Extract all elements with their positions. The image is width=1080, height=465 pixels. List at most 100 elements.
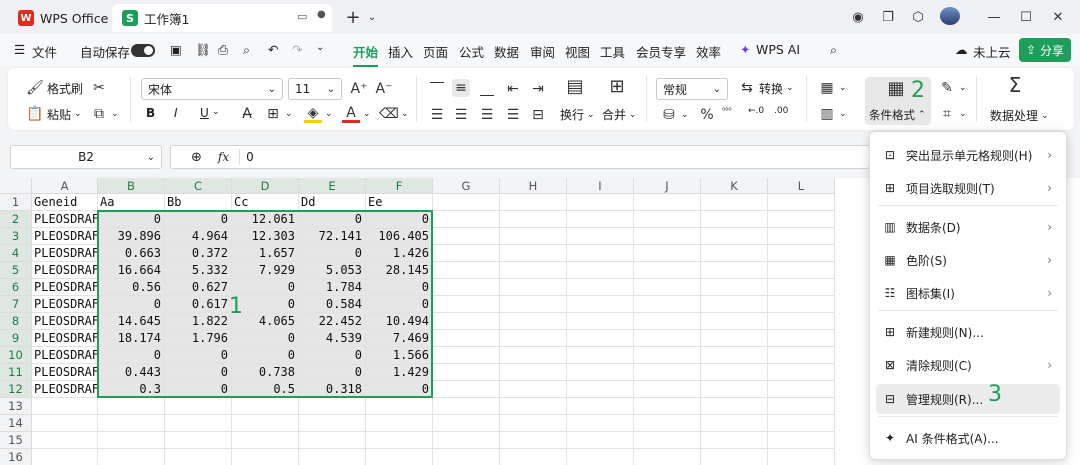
cell-k1[interactable]	[701, 194, 768, 211]
cell-e3[interactable]: 72.141	[299, 228, 366, 245]
save-icon[interactable]: ▣	[170, 42, 182, 57]
cell-l13[interactable]	[768, 398, 835, 415]
cell-a4[interactable]: PLEOSDRAF	[32, 245, 98, 262]
cell-d3[interactable]: 12.303	[232, 228, 299, 245]
cell-c3[interactable]: 4.964	[165, 228, 232, 245]
cell-j1[interactable]	[634, 194, 701, 211]
cell-j8[interactable]	[634, 313, 701, 330]
tab-workbook[interactable]: S 工作簿1 ▭ ●	[112, 4, 332, 32]
cell-l7[interactable]	[768, 296, 835, 313]
cell-e9[interactable]: 4.539	[299, 330, 366, 347]
cell-j2[interactable]	[634, 211, 701, 228]
cell-b5[interactable]: 16.664	[98, 262, 165, 279]
cell-i9[interactable]	[567, 330, 634, 347]
row-header-9[interactable]: 9	[0, 330, 32, 347]
column-header-l[interactable]: L	[768, 178, 835, 194]
cell-h6[interactable]	[500, 279, 567, 296]
cell-g14[interactable]	[433, 415, 500, 432]
tab-review[interactable]: 审阅	[530, 42, 555, 61]
cell-j9[interactable]	[634, 330, 701, 347]
cell-l11[interactable]	[768, 364, 835, 381]
tab-data[interactable]: 数据	[494, 42, 519, 61]
column-header-g[interactable]: G	[433, 178, 500, 194]
cell-c9[interactable]: 1.796	[165, 330, 232, 347]
cell-d16[interactable]	[232, 449, 299, 465]
share-button[interactable]: ⇪ 分享	[1019, 38, 1071, 62]
cell-j6[interactable]	[634, 279, 701, 296]
cell-a16[interactable]	[32, 449, 98, 465]
cell-l16[interactable]	[768, 449, 835, 465]
font-color-button[interactable]: A ⌄	[342, 105, 371, 123]
cell-h4[interactable]	[500, 245, 567, 262]
cond-format-button[interactable]: 条件格式 ⌃	[869, 107, 926, 123]
row-header-2[interactable]: 2	[0, 211, 32, 228]
tab-formula[interactable]: 公式	[459, 42, 484, 61]
cell-d5[interactable]: 7.929	[232, 262, 299, 279]
tab-tools[interactable]: 工具	[600, 42, 625, 61]
cell-e11[interactable]: 0	[299, 364, 366, 381]
merge-icon-button[interactable]: ⊞	[608, 76, 626, 97]
cell-f1[interactable]: Ee	[366, 194, 433, 211]
fill-handle-button[interactable]: ✎ ⌄	[938, 79, 966, 97]
cell-c5[interactable]: 5.332	[165, 262, 232, 279]
row-header-4[interactable]: 4	[0, 245, 32, 262]
cell-i11[interactable]	[567, 364, 634, 381]
tab-insert[interactable]: 插入	[388, 42, 413, 61]
cell-f5[interactable]: 28.145	[366, 262, 433, 279]
chevron-down-icon[interactable]: ⌄	[212, 107, 220, 117]
cell-k4[interactable]	[701, 245, 768, 262]
window-layout-icon[interactable]: ❐	[880, 9, 896, 25]
menu-item-top-bottom-rules[interactable]: ⊞ 项目选取规则(T) ›	[876, 173, 1060, 203]
cell-f8[interactable]: 10.494	[366, 313, 433, 330]
cell-h3[interactable]	[500, 228, 567, 245]
column-header-d[interactable]: D	[232, 178, 299, 194]
column-header-e[interactable]: E	[299, 178, 366, 194]
menu-file[interactable]: 文件	[32, 42, 57, 61]
cell-e6[interactable]: 1.784	[299, 279, 366, 296]
row-header-10[interactable]: 10	[0, 347, 32, 364]
cell-a8[interactable]: PLEOSDRAF	[32, 313, 98, 330]
cell-d2[interactable]: 12.061	[232, 211, 299, 228]
cell-c11[interactable]: 0	[165, 364, 232, 381]
cell-i1[interactable]	[567, 194, 634, 211]
cell-h1[interactable]	[500, 194, 567, 211]
cell-d14[interactable]	[232, 415, 299, 432]
row-header-14[interactable]: 14	[0, 415, 32, 432]
cell-e8[interactable]: 22.452	[299, 313, 366, 330]
cell-e5[interactable]: 5.053	[299, 262, 366, 279]
cell-j7[interactable]	[634, 296, 701, 313]
cell-a9[interactable]: PLEOSDRAF	[32, 330, 98, 347]
cell-j3[interactable]	[634, 228, 701, 245]
cell-a13[interactable]	[32, 398, 98, 415]
cell-d9[interactable]: 0	[232, 330, 299, 347]
cell-i5[interactable]	[567, 262, 634, 279]
cell-k13[interactable]	[701, 398, 768, 415]
cell-e13[interactable]	[299, 398, 366, 415]
crop-button[interactable]: ⌗ ⌄	[938, 105, 967, 123]
menu-item-ai-conditional-format[interactable]: ✦ AI 条件格式(A)...	[876, 423, 1060, 453]
column-header-a[interactable]: A	[32, 178, 98, 194]
align-right-button[interactable]: ☰	[478, 106, 496, 124]
justify-button[interactable]: ☰	[504, 106, 522, 124]
cell-e2[interactable]: 0	[299, 211, 366, 228]
indent-decrease-button[interactable]: ⇤	[504, 80, 522, 98]
undo-icon[interactable]: ↶	[268, 42, 278, 57]
cell-h11[interactable]	[500, 364, 567, 381]
cloud-status[interactable]: 未上云	[973, 42, 1011, 61]
cell-d13[interactable]	[232, 398, 299, 415]
monitor-icon[interactable]: ▭	[297, 10, 307, 23]
cell-l5[interactable]	[768, 262, 835, 279]
strikethrough-button[interactable]: A̶	[238, 105, 256, 123]
cell-h15[interactable]	[500, 432, 567, 449]
currency-button[interactable]: ⛁ ⌄	[660, 106, 688, 124]
cell-f12[interactable]: 0	[366, 381, 433, 398]
cell-j5[interactable]	[634, 262, 701, 279]
row-header-8[interactable]: 8	[0, 313, 32, 330]
cell-l8[interactable]	[768, 313, 835, 330]
cell-c7[interactable]: 0.617	[165, 296, 232, 313]
cell-e4[interactable]: 0	[299, 245, 366, 262]
cell-h2[interactable]	[500, 211, 567, 228]
cell-d15[interactable]	[232, 432, 299, 449]
minimize-icon[interactable]: —	[986, 9, 1002, 25]
row-header-1[interactable]: 1	[0, 194, 32, 211]
